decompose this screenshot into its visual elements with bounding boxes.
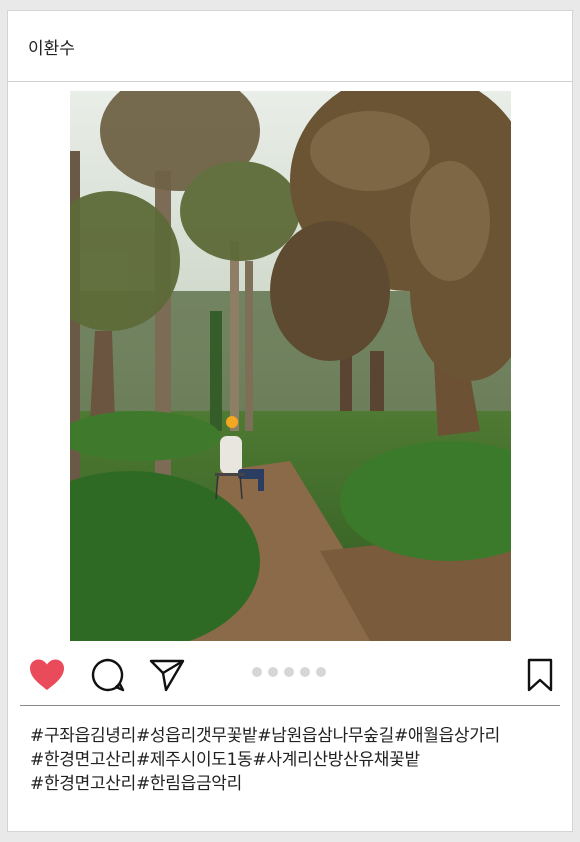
username[interactable]: 이환수 bbox=[28, 34, 75, 59]
palm-forest-photo bbox=[70, 91, 511, 641]
post-header: 이환수 bbox=[8, 11, 572, 82]
post-caption: #구좌읍김녕리#성읍리갯무꽃밭#남원읍삼나무숲길#애월읍상가리 #한경면고산리#… bbox=[30, 724, 565, 796]
caption-line[interactable]: #구좌읍김녕리#성읍리갯무꽃밭#남원읍삼나무숲길#애월읍상가리 bbox=[30, 724, 565, 748]
carousel-dot bbox=[316, 667, 326, 677]
send-arrow-icon[interactable] bbox=[148, 657, 186, 693]
bookmark-icon[interactable] bbox=[526, 658, 554, 692]
divider bbox=[20, 705, 560, 706]
action-bar bbox=[8, 651, 572, 701]
caption-line[interactable]: #한경면고산리#제주시이도1동#사계리산방산유채꽃밭 bbox=[30, 748, 565, 772]
caption-line[interactable]: #한경면고산리#한림읍금악리 bbox=[30, 772, 565, 796]
carousel-dot bbox=[252, 667, 262, 677]
carousel-indicator bbox=[252, 667, 326, 677]
carousel-dot bbox=[268, 667, 278, 677]
carousel-dot bbox=[284, 667, 294, 677]
heart-icon[interactable] bbox=[28, 658, 66, 692]
carousel-dot bbox=[300, 667, 310, 677]
comment-bubble-icon[interactable] bbox=[90, 657, 126, 693]
post-card: 이환수 #구좌읍김녕리#성읍리갯무꽃밭#남원읍삼나무숲길#애월읍상가리 #한경면… bbox=[7, 10, 573, 832]
post-photo[interactable] bbox=[70, 91, 511, 641]
